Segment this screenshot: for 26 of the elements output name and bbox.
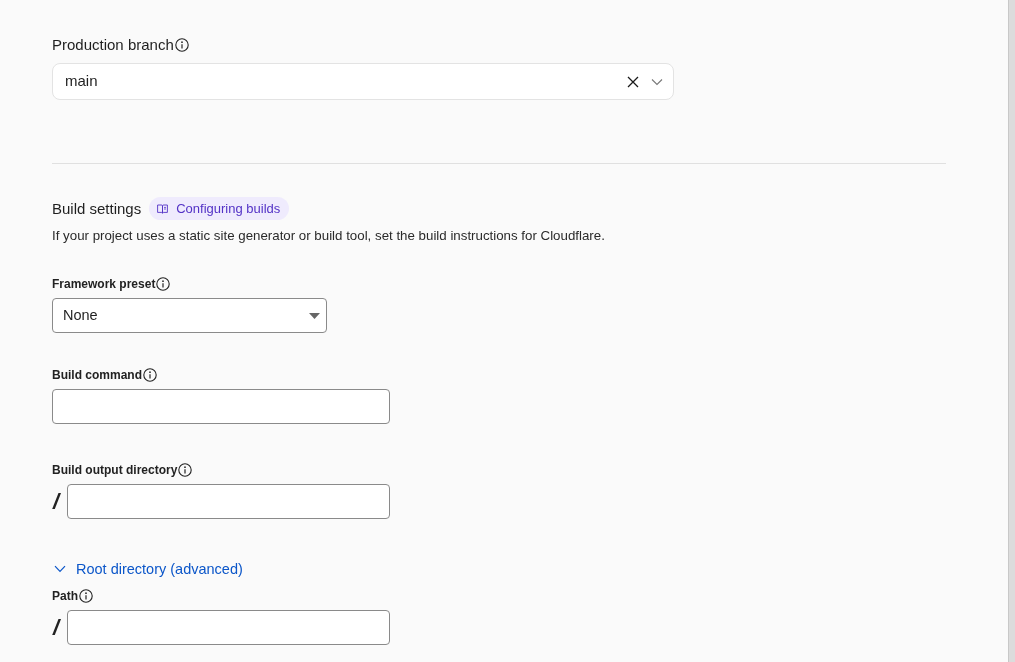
root-directory-toggle[interactable]: Root directory (advanced) xyxy=(52,559,243,579)
clear-icon[interactable] xyxy=(627,75,639,88)
framework-select[interactable]: None xyxy=(52,298,327,333)
info-icon xyxy=(79,589,93,603)
info-icon xyxy=(174,38,189,52)
field-label: Production branch xyxy=(52,35,174,55)
info-icon xyxy=(178,463,193,477)
input-field[interactable] xyxy=(67,484,390,519)
docs-link[interactable]: Configuring builds xyxy=(149,197,290,220)
section-description: If your project uses a static site generator or build tool, set the build instructions for Cloudflare. xyxy=(52,227,605,245)
branch-select[interactable]: main xyxy=(52,63,674,100)
chevron-down-icon[interactable] xyxy=(651,77,663,86)
path-prefix: / xyxy=(52,488,62,515)
field-label: Path xyxy=(52,588,78,604)
input-field[interactable] xyxy=(52,389,390,424)
field-label: Build output directory xyxy=(52,462,178,478)
caret-icon xyxy=(309,312,320,319)
info-icon xyxy=(156,277,171,291)
info-icon xyxy=(143,368,157,382)
field-label: Framework preset xyxy=(52,276,156,292)
book-icon xyxy=(157,203,169,214)
path-prefix: / xyxy=(52,614,62,641)
input-field[interactable] xyxy=(67,610,390,645)
section-title: Build settings xyxy=(52,198,142,219)
chevron-down-icon xyxy=(54,565,66,573)
field-label: Build command xyxy=(52,367,142,383)
